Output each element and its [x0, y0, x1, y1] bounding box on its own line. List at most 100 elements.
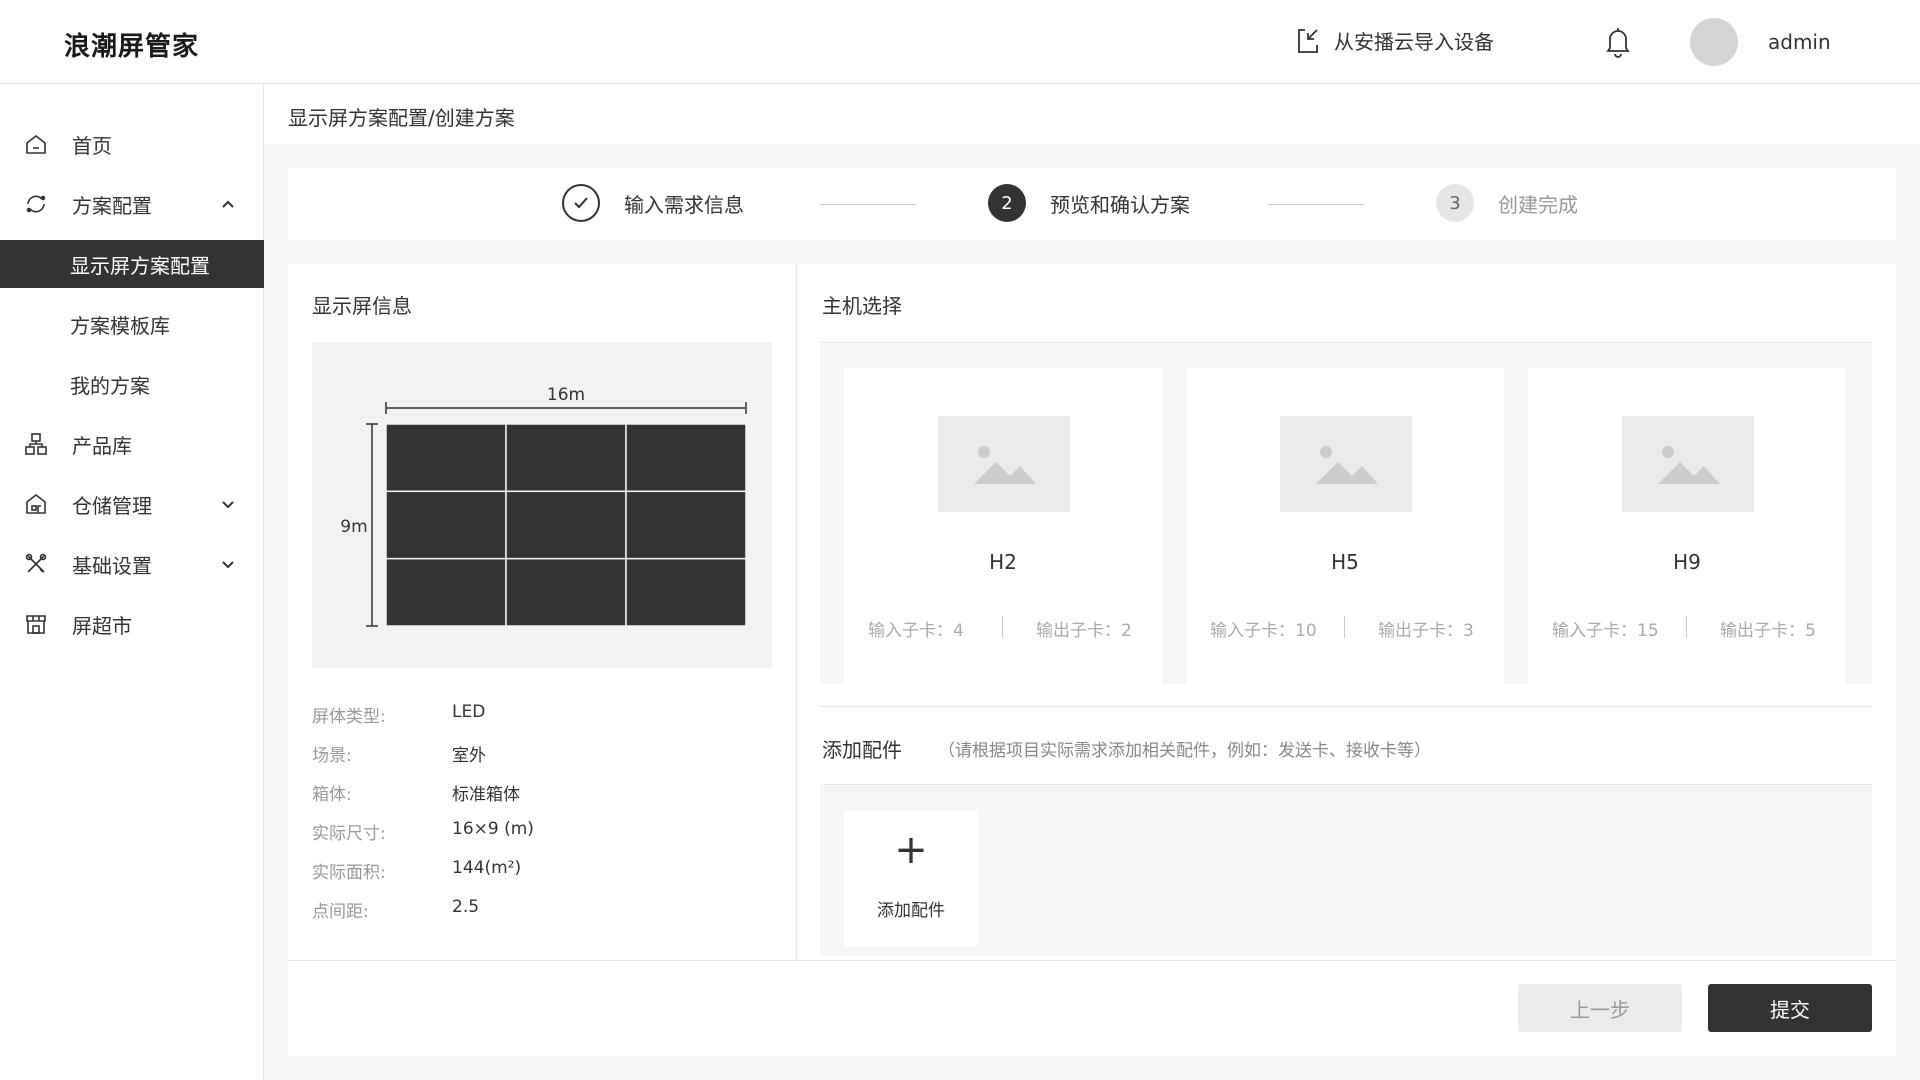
divider — [820, 342, 1872, 343]
sidebar-item-screen-market[interactable]: 屏超市 — [0, 600, 264, 648]
divider — [820, 706, 1872, 707]
width-label: 16m — [547, 385, 585, 405]
spec-label: 点间距: — [312, 902, 369, 922]
step-1: 输入需求信息 — [562, 184, 744, 222]
sidebar-item-basic-settings[interactable]: 基础设置 — [0, 540, 264, 588]
input-cards: 输入子卡：10 — [1210, 621, 1317, 641]
plus-icon: + — [894, 827, 928, 873]
sidebar-item-label: 首页 — [72, 133, 112, 158]
step-connector — [820, 204, 916, 205]
output-cards: 输出子卡：2 — [1036, 621, 1132, 641]
step-number: 3 — [1436, 184, 1474, 222]
sidebar-item-label: 屏超市 — [72, 613, 132, 638]
screen-diagram: 16m 9m — [340, 385, 747, 627]
host-select-title: 主机选择 — [822, 294, 902, 318]
breadcrumb-text: 显示屏方案配置/创建方案 — [288, 106, 515, 130]
import-devices-label: 从安播云导入设备 — [1334, 30, 1494, 54]
height-label: 9m — [340, 517, 367, 537]
sidebar-item-home[interactable]: 首页 — [0, 120, 264, 168]
warehouse-icon — [26, 493, 46, 514]
screen-info-title: 显示屏信息 — [312, 294, 412, 318]
add-accessory-button[interactable]: + 添加配件 — [844, 810, 978, 946]
divider — [1002, 616, 1003, 638]
screen-cabinet — [505, 557, 627, 627]
spec-label: 屏体类型: — [312, 707, 386, 727]
add-accessory-label: 添加配件 — [877, 901, 945, 921]
image-placeholder-icon — [1280, 416, 1412, 512]
chevron-up-icon — [222, 200, 234, 208]
step-connector — [1268, 204, 1364, 205]
spec-value: 室外 — [452, 746, 486, 766]
tools-icon — [25, 553, 47, 573]
screen-preview: 16m 9m — [312, 342, 772, 668]
home-icon — [26, 134, 46, 154]
divider — [1686, 616, 1687, 638]
output-cards: 输出子卡：3 — [1378, 621, 1474, 641]
host-name: H5 — [1331, 550, 1359, 574]
input-cards: 输入子卡：15 — [1552, 621, 1659, 641]
screen-cabinet — [385, 490, 507, 560]
screen-cabinet — [505, 490, 627, 560]
breadcrumb: 显示屏方案配置/创建方案 — [264, 84, 1920, 144]
sidebar-item-plan-config[interactable]: 方案配置 — [0, 180, 264, 228]
spec-label: 实际面积: — [312, 863, 386, 883]
bell-icon[interactable] — [1604, 26, 1632, 62]
spec-value: LED — [452, 702, 486, 722]
step-label: 输入需求信息 — [624, 192, 744, 217]
progress-steps: 输入需求信息 2 预览和确认方案 3 创建完成 — [288, 168, 1896, 240]
sidebar-item-template-library[interactable]: 方案模板库 — [0, 300, 264, 348]
refresh-icon — [26, 195, 46, 213]
sidebar-item-warehouse[interactable]: 仓储管理 — [0, 480, 264, 528]
spec-value: 2.5 — [452, 897, 480, 917]
host-card-h5[interactable]: H5 输入子卡：10 输出子卡：3 — [1186, 368, 1504, 686]
step-label: 创建完成 — [1498, 192, 1578, 217]
chevron-down-icon — [222, 561, 234, 569]
accessory-hint: （请根据项目实际需求添加相关配件，例如：发送卡、接收卡等） — [938, 741, 1431, 761]
host-card-list: H2 输入子卡：4 输出子卡：2 H5 输入子卡：10 输出子卡：3 H9 输入… — [820, 344, 1872, 686]
hierarchy-icon — [25, 433, 47, 455]
top-header: 浪潮屏管家 从安播云导入设备 admin — [0, 0, 1920, 84]
sidebar-item-products[interactable]: 产品库 — [0, 420, 264, 468]
step-3: 3 创建完成 — [1436, 184, 1578, 222]
host-card-h9[interactable]: H9 输入子卡：15 输出子卡：5 — [1528, 368, 1846, 686]
spec-value: 144(m²) — [452, 858, 522, 878]
username[interactable]: admin — [1768, 30, 1831, 54]
image-placeholder-icon — [938, 416, 1070, 512]
user-avatar[interactable] — [1690, 18, 1738, 66]
spec-value: 标准箱体 — [452, 785, 520, 805]
sidebar-item-label: 方案模板库 — [70, 313, 170, 338]
submit-button[interactable]: 提交 — [1708, 984, 1872, 1032]
spec-value: 16×9 (m) — [452, 819, 534, 839]
host-card-h2[interactable]: H2 输入子卡：4 输出子卡：2 — [844, 368, 1162, 686]
spec-label: 箱体: — [312, 785, 352, 805]
output-cards: 输出子卡：5 — [1720, 621, 1816, 641]
sidebar: 首页 方案配置 显示屏方案配置 方案模板库 我的方案 产品库 仓储管理 基础设置… — [0, 84, 264, 1080]
accessory-title: 添加配件 — [822, 738, 902, 762]
host-name: H9 — [1673, 550, 1701, 574]
input-cards: 输入子卡：4 — [868, 621, 964, 641]
import-devices-button[interactable]: 从安播云导入设备 — [1294, 26, 1494, 55]
screen-cabinet — [385, 557, 507, 627]
screen-cabinet — [385, 423, 507, 493]
divider — [820, 784, 1872, 785]
accessory-area: + 添加配件 — [820, 786, 1872, 956]
sidebar-item-screen-plan-config[interactable]: 显示屏方案配置 — [0, 240, 264, 288]
prev-step-button[interactable]: 上一步 — [1518, 984, 1682, 1032]
screen-cabinet — [625, 557, 747, 627]
image-placeholder-icon — [1622, 416, 1754, 512]
app-logo: 浪潮屏管家 — [64, 32, 200, 62]
sidebar-item-label: 方案配置 — [72, 193, 152, 218]
sidebar-item-my-plans[interactable]: 我的方案 — [0, 360, 264, 408]
sidebar-item-label: 基础设置 — [72, 553, 152, 578]
divider — [288, 960, 1896, 961]
store-icon — [26, 615, 46, 634]
sidebar-item-label: 我的方案 — [70, 373, 150, 398]
spec-label: 场景: — [312, 746, 352, 766]
chevron-down-icon — [222, 501, 234, 509]
divider — [1344, 616, 1345, 638]
spec-label: 实际尺寸: — [312, 824, 386, 844]
main-panel: 显示屏信息 16m 9m 屏体类型: LED 场景: 室外 箱体: 标准箱体 实… — [288, 264, 1896, 1056]
check-icon — [562, 184, 600, 222]
sidebar-item-label: 仓储管理 — [72, 493, 152, 518]
step-label: 预览和确认方案 — [1050, 192, 1190, 217]
